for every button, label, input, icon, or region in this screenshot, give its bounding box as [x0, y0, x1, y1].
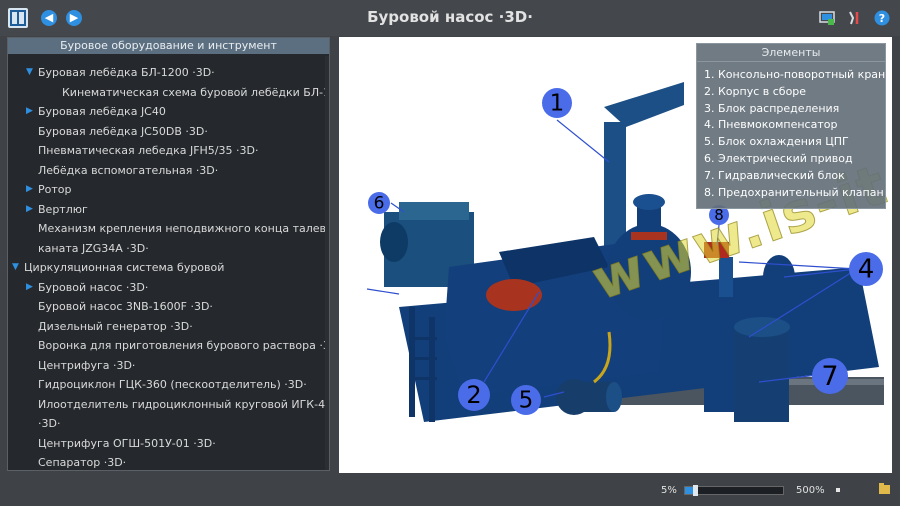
callout-number: 6: [374, 194, 385, 214]
zoom-slider[interactable]: [684, 485, 784, 496]
callout-number: 2: [466, 381, 481, 409]
element-item[interactable]: 6. Электрический привод: [704, 152, 853, 166]
tree-item-label: Центрифуга ·3D·: [38, 358, 136, 372]
callout-number: 5: [519, 388, 534, 414]
svg-text:?: ?: [879, 12, 885, 25]
elements-header: Элементы: [697, 44, 885, 62]
tree-panel-header: Буровое оборудование и инструмент: [8, 38, 329, 54]
collapsed-arrow-icon[interactable]: ▶: [26, 280, 33, 295]
tree-item-label: Ротор: [38, 183, 72, 196]
tree-item-label: Буровая лебёдка JC50DB ·3D·: [38, 124, 208, 138]
fit-view-button[interactable]: [836, 488, 840, 492]
bottom-toolbar: 5% 500%: [0, 476, 900, 506]
tree-item-label: каната JZG34A ·3D·: [38, 241, 149, 255]
model-viewport[interactable]: 1245678 www.is-it.ru Элементы 1. Консоль…: [339, 37, 892, 473]
hydraulic-block: [734, 327, 789, 422]
element-item[interactable]: 1. Консольно-поворотный кран: [704, 68, 885, 82]
expanded-arrow-icon[interactable]: ▼: [26, 65, 33, 80]
folder-icon[interactable]: [879, 483, 890, 494]
zoom-min-label: 5%: [661, 485, 677, 496]
callout-number: 1: [550, 91, 565, 117]
tree-item-label: Илоотделитель гидроциклонный круговой ИГ…: [38, 397, 329, 411]
tree-scrollbar[interactable]: [325, 56, 329, 470]
top-toolbar: ◀ ▶ Буровой насос ·3D· ?: [0, 0, 900, 36]
callout-number: 7: [821, 361, 838, 392]
crane-arm: [604, 82, 684, 127]
zoom-slider-thumb[interactable]: [692, 485, 698, 496]
element-item[interactable]: 2. Корпус в сборе: [704, 85, 806, 99]
tree-item-label: Вертлюг: [38, 202, 88, 216]
element-item[interactable]: 4. Пневмокомпенсатор: [704, 118, 837, 132]
collapsed-arrow-icon[interactable]: ▶: [26, 104, 33, 119]
tree-item-label: Воронка для приготовления бурового раств…: [38, 339, 329, 352]
page-title: Буровой насос ·3D·: [367, 8, 533, 26]
element-item[interactable]: 5. Блок охлаждения ЦПГ: [704, 135, 849, 149]
tree-item-label: ·3D·: [38, 417, 61, 430]
tree-item-label: Буровой насос ·3D·: [38, 280, 149, 294]
tree-item-label: Пневматическая лебедка JFH5/35 ·3D·: [38, 144, 259, 157]
tree-item-label: Дизельный генератор ·3D·: [38, 319, 193, 333]
element-item[interactable]: 7. Гидравлический блок: [704, 169, 845, 183]
zoom-max-label: 500%: [796, 485, 825, 496]
tree-item-label: Гидроциклон ГЦК-360 (пескоотделитель) ·3…: [38, 378, 307, 391]
motor-coupling: [486, 279, 542, 311]
tree-item-label: Механизм крепления неподвижного конца та…: [38, 222, 329, 235]
equipment-tree-panel: Буровое оборудование и инструмент ▼ Буров…: [7, 37, 330, 471]
collapsed-arrow-icon[interactable]: ▶: [26, 182, 33, 197]
element-item[interactable]: 3. Блок распределения: [704, 102, 839, 116]
tools-icon[interactable]: [846, 10, 862, 26]
tree-item-label: Центрифуга ОГШ-501У-01 ·3D·: [38, 436, 216, 450]
tree-item-label: Буровая лебёдка JC40: [38, 105, 166, 118]
callout-number: 4: [858, 255, 875, 285]
expanded-arrow-icon[interactable]: ▼: [12, 260, 19, 275]
screen-capture-icon[interactable]: [819, 10, 835, 26]
elements-legend-panel: Элементы 1. Консольно-поворотный кран 2. …: [696, 43, 886, 209]
tree-item-label: Буровая лебёдка БЛ-1200 ·3D·: [38, 66, 215, 79]
tree-item-label: Циркуляционная система буровой: [24, 261, 225, 274]
collapsed-arrow-icon[interactable]: ▶: [26, 202, 33, 217]
help-icon[interactable]: ?: [874, 10, 890, 26]
tree-item-label: Лебёдка вспомогательная ·3D·: [38, 163, 219, 177]
tree-item-label: Кинематическая схема буровой лебёдки БЛ-…: [62, 85, 329, 99]
tree-item-label: Буровой насос 3NB-1600F ·3D·: [38, 300, 213, 313]
equipment-tree[interactable]: ▼ Буровая лебёдка БЛ-1200 ·3D· Кинематичес…: [8, 56, 329, 470]
tree-item-label: Сепаратор ·3D·: [38, 456, 127, 469]
element-item[interactable]: 8. Предохранительный клапан: [704, 186, 884, 200]
